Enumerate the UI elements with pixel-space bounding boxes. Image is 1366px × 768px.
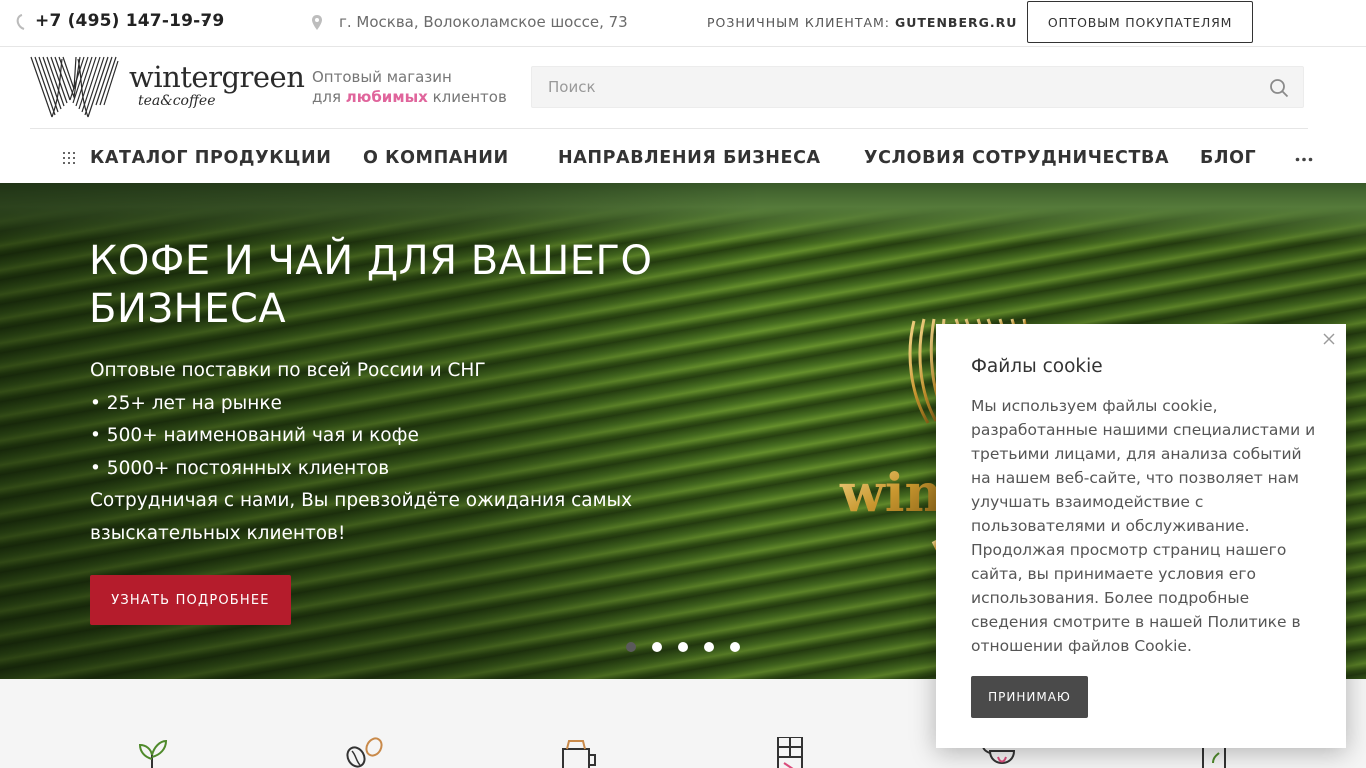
cookie-text: Мы используем файлы cookie, разработанны… <box>971 397 1316 655</box>
chevron-down-icon[interactable] <box>202 20 208 24</box>
accept-cookies-button[interactable]: ПРИНИМАЮ <box>971 676 1088 718</box>
slider-dot-1[interactable] <box>626 642 636 652</box>
retail-site[interactable]: GUTENBERG.RU <box>895 15 1017 30</box>
main-nav: КАТАЛОГ ПРОДУКЦИИ О КОМПАНИИ НАПРАВЛЕНИЯ… <box>0 129 1366 183</box>
nav-item-catalog[interactable]: КАТАЛОГ ПРОДУКЦИИ <box>90 148 331 168</box>
nav-item-blog[interactable]: БЛОГ <box>1200 148 1256 168</box>
location-pin-icon <box>312 15 322 30</box>
slider-dot-5[interactable] <box>730 642 740 652</box>
gold-logo-mark: win <box>839 463 942 524</box>
top-bar: +7 (495) 147-19-79 г. Москва, Волоколамс… <box>0 0 1366 47</box>
search-input[interactable] <box>532 67 1252 107</box>
wintergreen-logo-icon[interactable] <box>30 55 119 119</box>
tagline-pre: для <box>312 88 341 106</box>
phone-icon <box>16 14 25 30</box>
slider-dot-4[interactable] <box>704 642 714 652</box>
tagline-post: клиентов <box>432 88 507 106</box>
hero-line: Сотрудничая с нами, Вы превзойдёте ожида… <box>90 490 633 544</box>
close-icon[interactable] <box>1322 332 1336 346</box>
wholesale-buyers-button[interactable]: ОПТОВЫМ ПОКУПАТЕЛЯМ <box>1027 1 1253 43</box>
retail-link[interactable]: РОЗНИЧНЫМ КЛИЕНТАМ: GUTENBERG.RU <box>707 15 1017 30</box>
coffee-beans-icon[interactable] <box>342 737 386 768</box>
search-icon[interactable] <box>1269 78 1289 98</box>
more-dots-icon[interactable] <box>1295 157 1313 162</box>
slider-dot-3[interactable] <box>678 642 688 652</box>
learn-more-button[interactable]: УЗНАТЬ ПОДРОБНЕЕ <box>90 575 291 625</box>
hero-line: • 500+ наименований чая и кофе <box>90 425 419 446</box>
nav-item-business[interactable]: НАПРАВЛЕНИЯ БИЗНЕСА <box>558 148 821 168</box>
tagline-line2: для любимых клиентов <box>312 88 507 106</box>
phone-number[interactable]: +7 (495) 147-19-79 <box>35 11 224 31</box>
tagline-accent: любимых <box>345 88 428 106</box>
coffee-grinder-icon[interactable] <box>555 737 599 768</box>
nav-item-about[interactable]: О КОМПАНИИ <box>363 148 509 168</box>
nav-item-terms[interactable]: УСЛОВИЯ СОТРУДНИЧЕСТВА <box>864 148 1169 168</box>
hero-line: • 25+ лет на рынке <box>90 392 282 414</box>
tea-leaf-icon[interactable] <box>130 737 174 768</box>
search-box <box>531 66 1304 108</box>
hero-title: КОФЕ И ЧАЙ ДЛЯ ВАШЕГО БИЗНЕСА <box>89 238 653 332</box>
chocolate-bar-icon[interactable] <box>768 737 812 768</box>
hero-line: • 5000+ постоянных клиентов <box>90 457 390 479</box>
hero-line: Оптовые поставки по всей России и СНГ <box>90 360 486 381</box>
logo-wordmark[interactable]: wintergreen <box>129 60 305 94</box>
hero-text: Оптовые поставки по всей России и СНГ • … <box>90 355 650 550</box>
cookie-popup: Файлы cookie Мы используем файлы cookie,… <box>936 324 1346 748</box>
retail-label: РОЗНИЧНЫМ КЛИЕНТАМ: <box>707 15 891 30</box>
address: г. Москва, Волоколамское шоссе, 73 <box>339 13 628 31</box>
logo-subtitle: tea&coffee <box>138 93 216 109</box>
slider-dot-2[interactable] <box>652 642 662 652</box>
cookie-title: Файлы cookie <box>971 356 1103 377</box>
tagline-line1: Оптовый магазин <box>312 68 452 86</box>
